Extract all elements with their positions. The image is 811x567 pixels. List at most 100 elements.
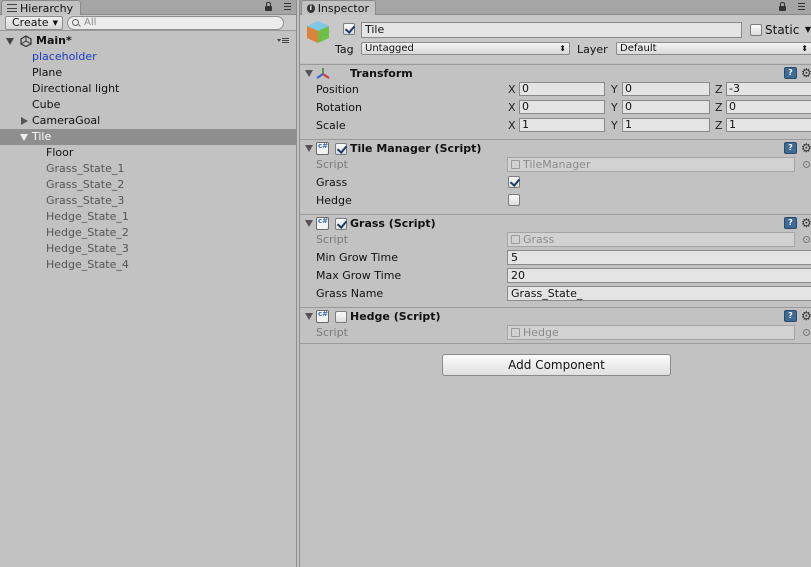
component-enabled-checkbox[interactable] bbox=[335, 311, 347, 323]
gameobject-header: Tile Static ▼ Tag Untagged ⬍ Layer Defau… bbox=[300, 15, 811, 63]
hierarchy-item-label: Hedge_State_3 bbox=[46, 242, 129, 255]
hedge-checkbox[interactable] bbox=[508, 194, 520, 206]
axis-x-label: X bbox=[508, 119, 516, 132]
tab-label: Hierarchy bbox=[20, 1, 74, 15]
position-z-field[interactable]: -3 bbox=[726, 82, 811, 96]
hierarchy-item[interactable]: Hedge_State_3 bbox=[0, 241, 296, 257]
script-value: Grass bbox=[523, 233, 555, 246]
csharp-script-icon bbox=[316, 142, 329, 155]
csharp-script-icon bbox=[316, 217, 329, 230]
grass-name-field[interactable]: Grass_State_ bbox=[507, 286, 811, 301]
hierarchy-item[interactable]: CameraGoal bbox=[0, 113, 296, 129]
scale-z-field[interactable]: 1 bbox=[726, 118, 811, 132]
static-dropdown[interactable]: ▼ bbox=[800, 24, 811, 37]
position-y-field[interactable]: 0 bbox=[622, 82, 710, 96]
object-name-input[interactable]: Tile bbox=[361, 22, 742, 38]
tab-inspector[interactable]: i Inspector bbox=[301, 0, 376, 15]
script-mini-icon bbox=[511, 328, 520, 337]
hierarchy-item[interactable]: Hedge_State_4 bbox=[0, 257, 296, 273]
script-mini-icon bbox=[511, 160, 520, 169]
position-x-field[interactable]: 0 bbox=[519, 82, 605, 96]
hierarchy-item[interactable]: Plane bbox=[0, 65, 296, 81]
hierarchy-item[interactable]: Hedge_State_1 bbox=[0, 209, 296, 225]
search-input[interactable]: All bbox=[67, 16, 284, 30]
tile-manager-header[interactable]: Tile Manager (Script) ? ⚙ bbox=[300, 139, 811, 157]
hierarchy-item-selected[interactable]: Tile bbox=[0, 129, 296, 145]
gear-icon[interactable]: ⚙ bbox=[801, 217, 811, 229]
layer-label: Layer bbox=[577, 43, 608, 56]
rotation-label: Rotation bbox=[316, 101, 363, 114]
active-checkbox[interactable] bbox=[343, 23, 355, 35]
hierarchy-item[interactable]: Cube bbox=[0, 97, 296, 113]
hierarchy-item[interactable]: Grass_State_1 bbox=[0, 161, 296, 177]
hierarchy-item[interactable]: Hedge_State_2 bbox=[0, 225, 296, 241]
rotation-y-field[interactable]: 0 bbox=[622, 100, 710, 114]
hierarchy-item[interactable]: Grass_State_2 bbox=[0, 177, 296, 193]
scale-label: Scale bbox=[316, 119, 346, 132]
fold-arrow-icon[interactable] bbox=[6, 38, 14, 45]
hierarchy-item[interactable]: placeholder bbox=[0, 49, 296, 65]
grass-checkbox[interactable] bbox=[508, 176, 520, 188]
fold-arrow-icon[interactable] bbox=[305, 145, 313, 152]
script-field[interactable]: Hedge bbox=[507, 325, 795, 340]
hierarchy-item-label: Plane bbox=[32, 66, 63, 79]
gear-icon[interactable]: ⚙ bbox=[801, 142, 811, 154]
hedge-script-header[interactable]: Hedge (Script) ? ⚙ bbox=[300, 307, 811, 325]
help-icon[interactable]: ? bbox=[784, 310, 797, 322]
chevron-updown-icon: ⬍ bbox=[559, 44, 566, 53]
axis-x-label: X bbox=[508, 101, 516, 114]
help-icon[interactable]: ? bbox=[784, 217, 797, 229]
tag-dropdown[interactable]: Untagged ⬍ bbox=[361, 42, 570, 55]
hierarchy-item[interactable]: Floor bbox=[0, 145, 296, 161]
panel-menu-icon[interactable] bbox=[279, 3, 291, 11]
fold-arrow-icon[interactable] bbox=[305, 70, 313, 77]
min-grow-time-label: Min Grow Time bbox=[316, 251, 398, 264]
script-field[interactable]: TileManager bbox=[507, 157, 795, 172]
inspector-panel: i Inspector Tile Static ▼ Tag Untagged ⬍… bbox=[299, 0, 811, 567]
transform-header[interactable]: Transform ? ⚙ bbox=[300, 64, 811, 82]
help-icon[interactable]: ? bbox=[784, 67, 797, 79]
collapse-arrow-icon[interactable] bbox=[20, 134, 28, 141]
scale-x-field[interactable]: 1 bbox=[519, 118, 605, 132]
object-picker-icon[interactable] bbox=[803, 329, 810, 336]
lock-icon[interactable] bbox=[265, 2, 272, 11]
scene-menu-icon[interactable] bbox=[277, 38, 289, 46]
create-button[interactable]: Create ▼ bbox=[5, 16, 63, 30]
grass-label: Grass bbox=[316, 176, 348, 189]
script-label: Script bbox=[316, 233, 348, 246]
help-icon[interactable]: ? bbox=[784, 142, 797, 154]
grass-script-header[interactable]: Grass (Script) ? ⚙ bbox=[300, 214, 811, 232]
tab-hierarchy[interactable]: Hierarchy bbox=[1, 0, 81, 15]
panel-menu-icon[interactable] bbox=[793, 3, 805, 11]
transform-axes-icon bbox=[316, 68, 330, 79]
rotation-x-field[interactable]: 0 bbox=[519, 100, 605, 114]
object-picker-icon[interactable] bbox=[803, 161, 810, 168]
hierarchy-item[interactable]: Directional light bbox=[0, 81, 296, 97]
scale-y-field[interactable]: 1 bbox=[622, 118, 710, 132]
expand-arrow-icon[interactable] bbox=[21, 117, 28, 125]
gear-icon[interactable]: ⚙ bbox=[801, 310, 811, 322]
hierarchy-item-label: placeholder bbox=[32, 50, 97, 63]
component-enabled-checkbox[interactable] bbox=[335, 143, 347, 155]
component-enabled-checkbox[interactable] bbox=[335, 218, 347, 230]
scene-row[interactable]: Main* bbox=[0, 33, 296, 49]
axis-y-label: Y bbox=[611, 83, 618, 96]
script-label: Script bbox=[316, 158, 348, 171]
add-component-button[interactable]: Add Component bbox=[442, 354, 671, 376]
max-grow-time-field[interactable]: 20 bbox=[507, 268, 811, 283]
fold-arrow-icon[interactable] bbox=[305, 313, 313, 320]
gear-icon[interactable]: ⚙ bbox=[801, 67, 811, 79]
hierarchy-toolbar: Create ▼ All bbox=[0, 15, 296, 31]
object-picker-icon[interactable] bbox=[803, 236, 810, 243]
min-grow-time-field[interactable]: 5 bbox=[507, 250, 811, 265]
lock-icon[interactable] bbox=[779, 2, 786, 11]
layer-dropdown[interactable]: Default ⬍ bbox=[616, 42, 811, 55]
hierarchy-item-label: Directional light bbox=[32, 82, 120, 95]
rotation-z-field[interactable]: 0 bbox=[726, 100, 811, 114]
static-checkbox[interactable] bbox=[750, 24, 762, 36]
hierarchy-item[interactable]: Grass_State_3 bbox=[0, 193, 296, 209]
transform-title: Transform bbox=[350, 67, 413, 80]
script-value: Hedge bbox=[523, 326, 559, 339]
script-field[interactable]: Grass bbox=[507, 232, 795, 247]
fold-arrow-icon[interactable] bbox=[305, 220, 313, 227]
